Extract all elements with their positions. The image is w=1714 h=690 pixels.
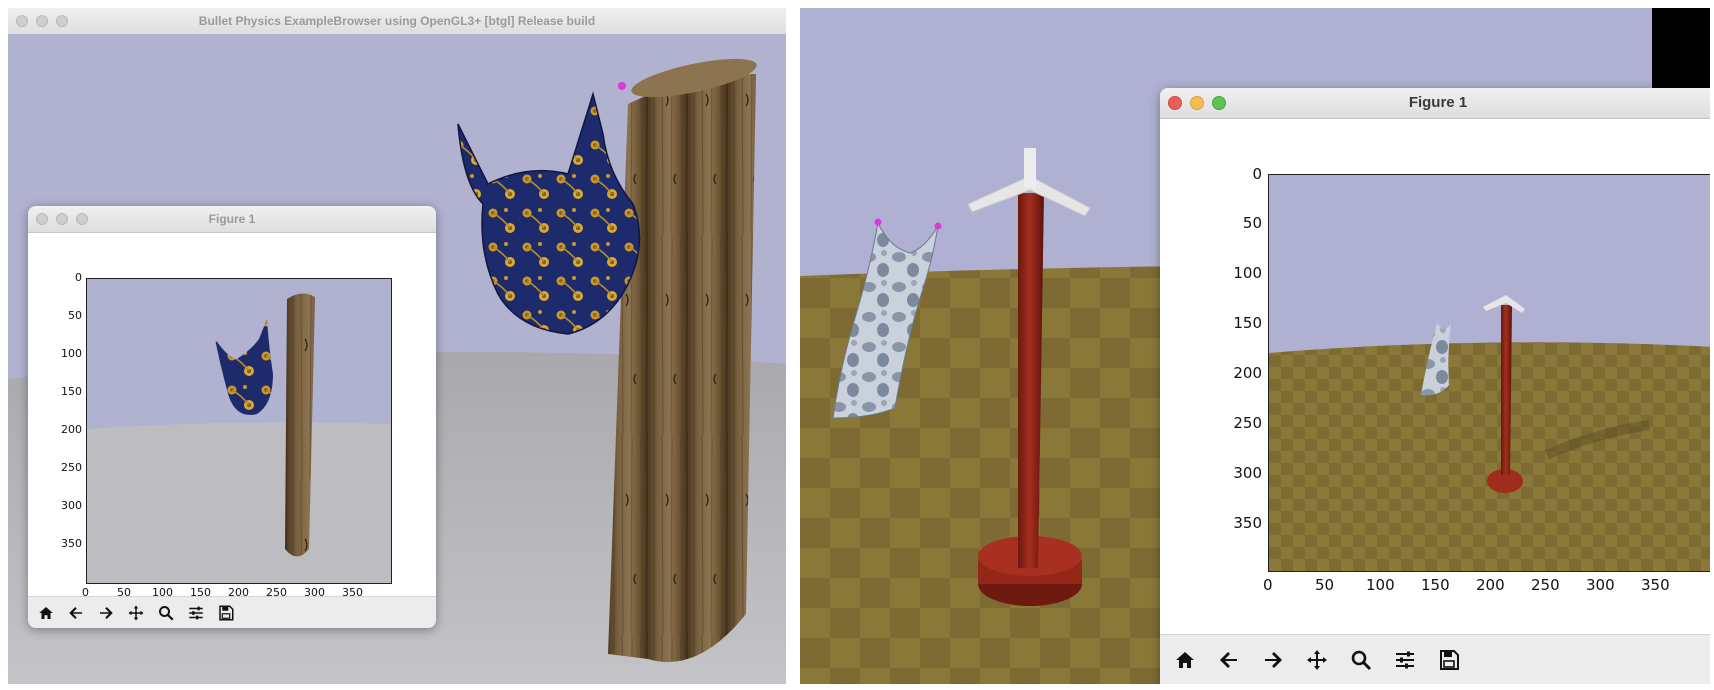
y-tick-labels: 0 50 100 150 200 250 300 350 <box>1208 165 1262 570</box>
x-tick-label: 0 <box>1263 576 1273 594</box>
image-axes[interactable] <box>1268 174 1710 572</box>
forward-arrow-icon[interactable] <box>1254 641 1292 679</box>
zoom-magnifier-icon[interactable] <box>152 599 180 627</box>
configure-subplots-icon[interactable] <box>182 599 210 627</box>
y-tick-label: 350 <box>61 537 82 550</box>
x-tick-label: 300 <box>1586 576 1615 594</box>
y-tick-label: 50 <box>68 309 82 322</box>
simulation-view-panel: Figure 1 0 50 100 150 200 250 300 350 0 … <box>800 8 1710 684</box>
x-tick-label: 350 <box>1641 576 1670 594</box>
anchor-point <box>618 82 626 90</box>
forward-arrow-icon[interactable] <box>92 599 120 627</box>
home-icon[interactable] <box>1166 641 1204 679</box>
bullet-example-browser-window: Bullet Physics ExampleBrowser using Open… <box>8 8 786 684</box>
image-axes[interactable] <box>86 278 392 584</box>
pan-move-icon[interactable] <box>1298 641 1336 679</box>
y-tick-label: 250 <box>1233 414 1262 432</box>
window-titlebar: Bullet Physics ExampleBrowser using Open… <box>8 8 786 35</box>
back-arrow-icon[interactable] <box>1210 641 1248 679</box>
y-tick-label: 150 <box>61 385 82 398</box>
home-icon[interactable] <box>32 599 60 627</box>
x-tick-label: 100 <box>1366 576 1395 594</box>
y-tick-label: 300 <box>1233 464 1262 482</box>
y-tick-label: 0 <box>1252 165 1262 183</box>
matplotlib-figure-window: Figure 1 0 50 100 150 200 250 300 350 0 … <box>28 206 436 628</box>
figure-title: Figure 1 <box>1408 94 1468 111</box>
x-tick-labels: 0 50 100 150 200 250 300 350 <box>1263 576 1710 596</box>
x-tick-label: 200 <box>1476 576 1505 594</box>
y-tick-label: 200 <box>61 423 82 436</box>
save-icon[interactable] <box>212 599 240 627</box>
x-tick-label: 50 <box>1315 576 1335 594</box>
matplotlib-toolbar <box>1160 634 1710 684</box>
y-tick-label: 300 <box>61 499 82 512</box>
y-tick-label: 200 <box>1233 364 1262 382</box>
figure-titlebar: Figure 1 <box>1160 88 1710 119</box>
back-arrow-icon[interactable] <box>62 599 90 627</box>
y-tick-label: 0 <box>75 271 82 284</box>
zoom-magnifier-icon[interactable] <box>1342 641 1380 679</box>
pan-move-icon[interactable] <box>122 599 150 627</box>
y-tick-label: 100 <box>61 347 82 360</box>
figure-title: Figure 1 <box>208 212 256 226</box>
y-tick-label: 350 <box>1233 514 1262 532</box>
matplotlib-figure-window: Figure 1 0 50 100 150 200 250 300 350 0 … <box>1160 88 1710 684</box>
x-tick-label: 250 <box>1531 576 1560 594</box>
x-tick-label: 150 <box>1421 576 1450 594</box>
y-tick-labels: 0 50 100 150 200 250 300 350 <box>48 271 82 582</box>
matplotlib-toolbar <box>28 596 436 628</box>
window-title: Bullet Physics ExampleBrowser using Open… <box>198 14 596 28</box>
wooden-pillar <box>608 58 757 662</box>
configure-subplots-icon[interactable] <box>1386 641 1424 679</box>
y-tick-label: 50 <box>1242 214 1262 232</box>
figure-titlebar: Figure 1 <box>28 206 436 233</box>
y-tick-label: 250 <box>61 461 82 474</box>
save-icon[interactable] <box>1430 641 1468 679</box>
y-tick-label: 150 <box>1233 314 1262 332</box>
black-region <box>1652 8 1710 88</box>
y-tick-label: 100 <box>1233 264 1262 282</box>
